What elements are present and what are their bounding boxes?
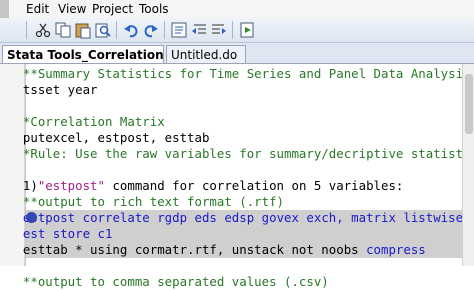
code-line[interactable]: *Correlation Matrix: [8, 114, 165, 130]
tab-strip: Stata Tools_Correlation Matrix*× Untitle…: [0, 43, 474, 64]
menu-bar-edge: [0, 0, 9, 18]
code-token: *Correlation Matrix: [8, 114, 165, 129]
code-editor[interactable]: **Summary Statistics for Time Series and…: [0, 64, 474, 289]
code-token: "estpost": [37, 178, 105, 193]
paste-icon[interactable]: [74, 21, 92, 39]
scrollbar-thumb[interactable]: [465, 74, 473, 134]
code-token: **output to comma separated values (.csv…: [8, 274, 329, 289]
code-line[interactable]: est store c1: [8, 226, 113, 242]
code-line[interactable]: **Summary Statistics for Time Series and…: [8, 66, 474, 82]
code-token: putexcel, estpost, esttab: [8, 130, 210, 145]
undo-icon[interactable]: [122, 21, 140, 39]
code-token: *Rule: Use the raw variables for summary…: [8, 146, 474, 161]
code-token: command for correlation on 5 variables:: [104, 178, 404, 193]
code-token: **output to rich text format (.rtf): [8, 194, 285, 209]
cut-icon[interactable]: [34, 21, 52, 39]
code-token: est store c1: [8, 226, 113, 241]
toolbar: [0, 18, 474, 43]
code-line[interactable]: **output to comma separated values (.csv…: [8, 274, 329, 290]
code-token: correlate rgdp eds edsp govex exch, matr…: [82, 210, 464, 225]
code-line[interactable]: *Rule: Use the raw variables for summary…: [8, 146, 474, 162]
tab-untitled[interactable]: Untitled.do: [166, 45, 246, 63]
code-line[interactable]: 1)"estpost" command for correlation on 5…: [8, 178, 403, 194]
code-line[interactable]: esttab * using cormatr.rtf, unstack not …: [8, 242, 426, 258]
code-token: **Summary Statistics for Time Series and…: [8, 66, 474, 81]
toolbar-separator: [232, 21, 233, 39]
comment-icon[interactable]: [170, 21, 188, 39]
menu-project[interactable]: Project: [92, 0, 133, 18]
code-token: estpost: [8, 210, 83, 225]
shift-left-icon[interactable]: [190, 21, 208, 39]
menu-edit[interactable]: Edit: [26, 0, 49, 18]
vertical-scrollbar[interactable]: [462, 64, 474, 266]
do-file-icon[interactable]: [238, 21, 256, 39]
bookmark-marker: [26, 212, 37, 223]
copy-icon[interactable]: [54, 21, 72, 39]
toolbar-separator: [26, 21, 27, 39]
tab-label: Untitled.do: [171, 48, 238, 62]
code-token: compress: [366, 242, 426, 257]
toolbar-separator: [116, 21, 117, 39]
code-line[interactable]: **output to rich text format (.rtf): [8, 194, 284, 210]
code-line[interactable]: estpost correlate rgdp eds edsp govex ex…: [8, 210, 463, 226]
redo-icon[interactable]: [142, 21, 160, 39]
find-icon[interactable]: [94, 21, 112, 39]
code-line[interactable]: putexcel, estpost, esttab: [8, 130, 210, 146]
code-token: esttab * using cormatr.rtf, unstack not …: [8, 242, 367, 257]
toolbar-separator: [164, 21, 165, 39]
menu-view[interactable]: View: [58, 0, 86, 18]
code-token: 1): [8, 178, 38, 193]
menu-bar: Edit View Project Tools: [0, 0, 474, 18]
shift-right-icon[interactable]: [210, 21, 228, 39]
code-token: tsset year: [8, 82, 98, 97]
menu-tools[interactable]: Tools: [139, 0, 169, 18]
code-line[interactable]: tsset year: [8, 82, 98, 98]
tab-correlation-matrix[interactable]: Stata Tools_Correlation Matrix*×: [2, 45, 228, 63]
